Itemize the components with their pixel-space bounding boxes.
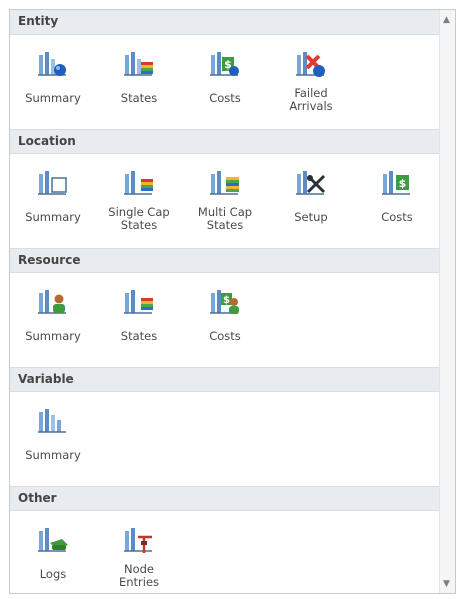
item-label: Costs bbox=[209, 329, 241, 343]
multi-cap-states-icon bbox=[210, 171, 239, 195]
node-entries-icon bbox=[124, 528, 152, 553]
summary-icon bbox=[38, 171, 67, 195]
location-setup-button[interactable]: Setup bbox=[268, 154, 354, 248]
item-label: Summary bbox=[25, 91, 81, 105]
svg-text:$: $ bbox=[399, 177, 407, 190]
failed-arrivals-icon bbox=[296, 52, 325, 77]
scroll-up-arrow-icon[interactable]: ▲ bbox=[443, 15, 450, 25]
report-list: Entity Summary States $ Costs Failed Arr… bbox=[10, 10, 440, 593]
variable-summary-button[interactable]: Summary bbox=[10, 392, 96, 486]
section-header-entity: Entity bbox=[10, 10, 440, 35]
other-logs-button[interactable]: Logs bbox=[10, 511, 96, 593]
resource-summary-button[interactable]: Summary bbox=[10, 273, 96, 367]
entity-summary-button[interactable]: Summary bbox=[10, 35, 96, 129]
location-single-cap-states-button[interactable]: Single Cap States bbox=[96, 154, 182, 248]
item-label: Multi Cap States bbox=[197, 205, 253, 232]
section-header-resource: Resource bbox=[10, 248, 440, 273]
scroll-down-arrow-icon[interactable]: ▼ bbox=[443, 579, 450, 589]
vertical-scrollbar[interactable]: ▲ ▼ bbox=[439, 10, 455, 593]
item-label: Node Entries bbox=[118, 562, 160, 589]
entity-failed-arrivals-button[interactable]: Failed Arrivals bbox=[268, 35, 354, 129]
resource-summary-icon bbox=[38, 290, 66, 314]
section-header-other: Other bbox=[10, 486, 440, 511]
resource-costs-icon: $ bbox=[210, 290, 239, 314]
location-costs-button[interactable]: $ Costs bbox=[354, 154, 440, 248]
logs-icon bbox=[38, 528, 68, 552]
item-label: Setup bbox=[294, 210, 328, 224]
section-items-location: Summary Single Cap States Multi Cap Stat… bbox=[10, 154, 440, 248]
item-label: Logs bbox=[39, 567, 67, 581]
section-header-variable: Variable bbox=[10, 367, 440, 392]
location-summary-button[interactable]: Summary bbox=[10, 154, 96, 248]
item-label: Summary bbox=[25, 329, 81, 343]
svg-text:$: $ bbox=[223, 295, 230, 306]
section-items-resource: Summary States $ Costs bbox=[10, 273, 440, 367]
resource-states-button[interactable]: States bbox=[96, 273, 182, 367]
summary-icon bbox=[38, 52, 66, 76]
section-items-variable: Summary bbox=[10, 392, 440, 486]
section-items-entity: Summary States $ Costs Failed Arrivals bbox=[10, 35, 440, 129]
item-label: States bbox=[120, 329, 158, 343]
item-label: States bbox=[120, 91, 158, 105]
other-node-entries-button[interactable]: Node Entries bbox=[96, 511, 182, 593]
item-label: Failed Arrivals bbox=[289, 86, 333, 113]
summary-icon bbox=[38, 409, 66, 433]
section-header-location: Location bbox=[10, 129, 440, 154]
entity-states-button[interactable]: States bbox=[96, 35, 182, 129]
costs-icon: $ bbox=[382, 171, 410, 195]
item-label: Costs bbox=[209, 91, 241, 105]
section-items-other: Logs Node Entries bbox=[10, 511, 440, 593]
item-label: Costs bbox=[381, 210, 413, 224]
report-panel: Entity Summary States $ Costs Failed Arr… bbox=[9, 9, 456, 594]
item-label: Summary bbox=[25, 448, 81, 462]
resource-costs-button[interactable]: $ Costs bbox=[182, 273, 268, 367]
single-cap-states-icon bbox=[124, 171, 153, 195]
entity-costs-button[interactable]: $ Costs bbox=[182, 35, 268, 129]
item-label: Single Cap States bbox=[108, 205, 170, 232]
location-multi-cap-states-button[interactable]: Multi Cap States bbox=[182, 154, 268, 248]
item-label: Summary bbox=[25, 210, 81, 224]
states-icon bbox=[124, 52, 153, 76]
costs-icon: $ bbox=[210, 52, 239, 76]
setup-icon bbox=[296, 171, 326, 195]
states-icon bbox=[124, 290, 153, 314]
